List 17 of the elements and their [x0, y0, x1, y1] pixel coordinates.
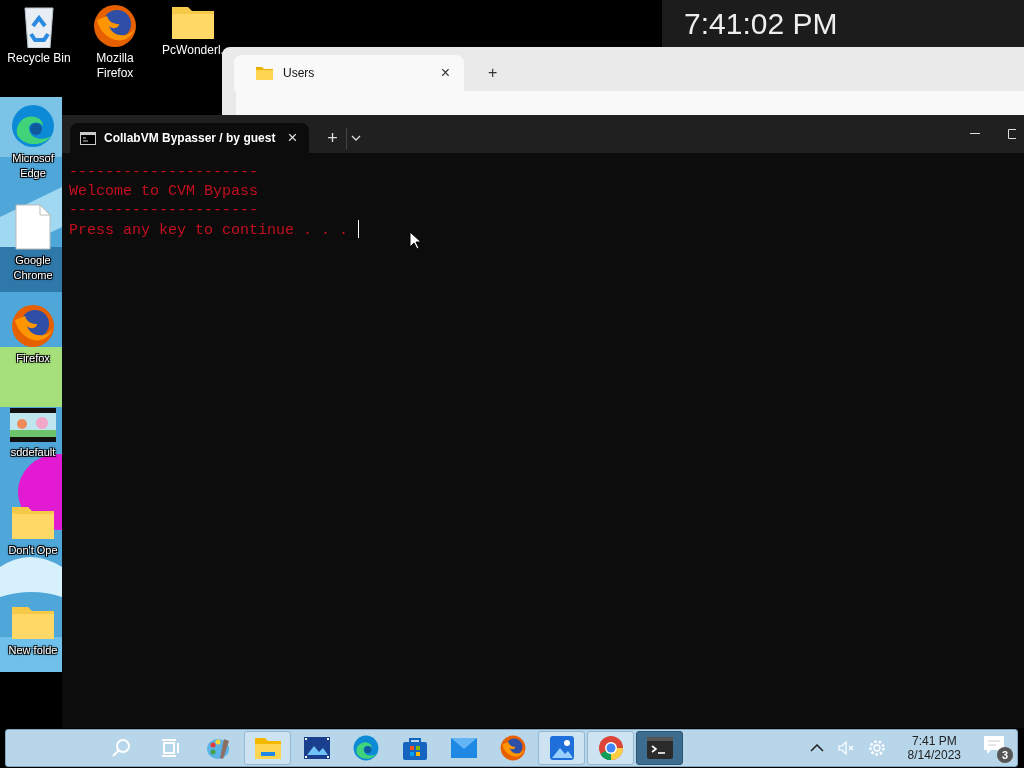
- icon-label: PcWonderl.: [162, 43, 224, 58]
- tab[interactable]: Users ×: [234, 55, 464, 91]
- clock-time[interactable]: 7:41 PM: [911, 734, 957, 748]
- icon-label: Mozilla Firefox: [95, 51, 135, 81]
- console-line: ---------------------: [69, 202, 259, 219]
- new-tab-button[interactable]: +: [484, 64, 502, 82]
- new-tab-button[interactable]: +: [319, 127, 347, 149]
- console-line: Press any key to continue . . .: [69, 222, 350, 239]
- notification-count: 3: [997, 747, 1013, 763]
- icon-label: Recycle Bin: [7, 51, 71, 66]
- close-tab-button[interactable]: ×: [436, 64, 454, 82]
- tab[interactable]: CollabVM Bypasser / by guest ×: [70, 123, 310, 153]
- close-tab-button[interactable]: ×: [283, 128, 302, 148]
- console-line: Welcome to CVM Bypass: [69, 183, 259, 200]
- console-line: ---------------------: [69, 164, 259, 181]
- clock-date[interactable]: 8/14/2023: [907, 748, 961, 762]
- clock-time: 7:41:02 PM: [684, 6, 838, 42]
